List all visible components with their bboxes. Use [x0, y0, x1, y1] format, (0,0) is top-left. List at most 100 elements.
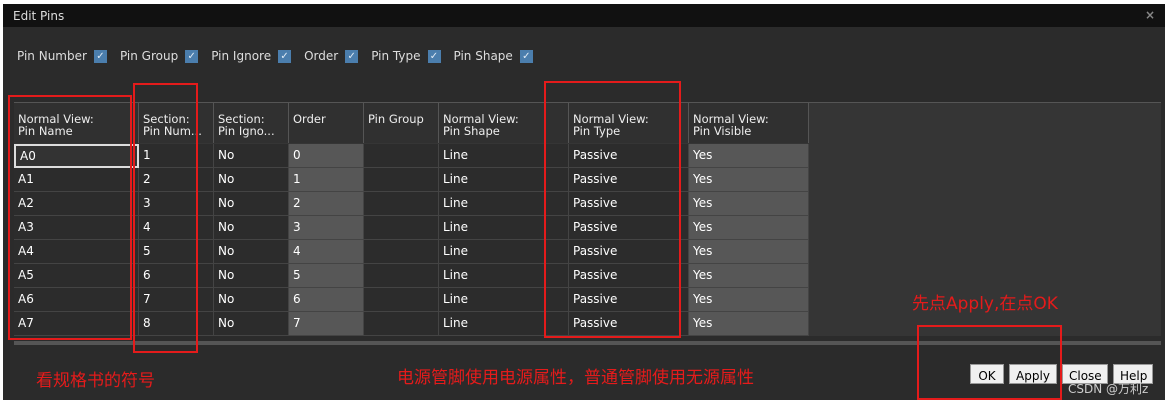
- checkbox-icon[interactable]: ✓: [519, 49, 533, 63]
- table-cell[interactable]: Line: [439, 312, 569, 336]
- table-cell[interactable]: 2: [139, 168, 214, 192]
- table-cell[interactable]: Yes: [689, 168, 809, 192]
- table-cell[interactable]: 5: [139, 240, 214, 264]
- table-cell[interactable]: A1: [14, 168, 139, 192]
- column-header[interactable]: Normal View: Pin Visible: [689, 103, 809, 143]
- table-cell[interactable]: 6: [139, 264, 214, 288]
- table-cell[interactable]: A2: [14, 192, 139, 216]
- checkbox-icon[interactable]: ✓: [427, 49, 441, 63]
- table-cell[interactable]: 4: [139, 216, 214, 240]
- column-header-label: Section: Pin Igno...: [218, 112, 275, 138]
- table-cell[interactable]: [364, 168, 439, 192]
- table-cell[interactable]: 1: [139, 144, 214, 168]
- column-header-label: Order: [293, 112, 326, 126]
- toolbar-item-label: Pin Ignore: [211, 49, 272, 63]
- toolbar-item[interactable]: Pin Shape ✓: [454, 49, 533, 63]
- table-cell[interactable]: No: [214, 192, 289, 216]
- checkbox-icon[interactable]: ✓: [93, 49, 107, 63]
- table-cell[interactable]: No: [214, 312, 289, 336]
- table-cell[interactable]: Line: [439, 240, 569, 264]
- table-cell[interactable]: No: [214, 168, 289, 192]
- column-header[interactable]: Normal View: Pin Type: [569, 103, 689, 143]
- table-cell[interactable]: Yes: [689, 288, 809, 312]
- checkbox-icon[interactable]: ✓: [185, 49, 199, 63]
- table-cell[interactable]: 4: [289, 240, 364, 264]
- table-cell[interactable]: 5: [289, 264, 364, 288]
- table-cell[interactable]: 7: [139, 288, 214, 312]
- toolbar-item-label: Order: [304, 49, 339, 63]
- table-cell[interactable]: No: [214, 240, 289, 264]
- table-cell[interactable]: 0: [289, 144, 364, 168]
- column-header-label: Normal View: Pin Visible: [693, 112, 769, 138]
- table-cell[interactable]: Passive: [569, 288, 689, 312]
- table-cell[interactable]: Line: [439, 216, 569, 240]
- column-header-label: Normal View: Pin Type: [573, 112, 649, 138]
- column-header[interactable]: Order: [289, 103, 364, 143]
- table-cell[interactable]: 6: [289, 288, 364, 312]
- checkbox-icon[interactable]: ✓: [345, 49, 359, 63]
- table-cell[interactable]: Yes: [689, 240, 809, 264]
- window-title: Edit Pins: [13, 9, 65, 23]
- table-cell[interactable]: Passive: [569, 312, 689, 336]
- table-cell[interactable]: Yes: [689, 216, 809, 240]
- table-cell[interactable]: Passive: [569, 168, 689, 192]
- table-cell[interactable]: Yes: [689, 264, 809, 288]
- table-cell[interactable]: A0: [14, 144, 139, 168]
- column-header[interactable]: Section: Pin Igno...: [214, 103, 289, 143]
- table-cell[interactable]: A3: [14, 216, 139, 240]
- table-cell[interactable]: 2: [289, 192, 364, 216]
- table-cell[interactable]: Line: [439, 144, 569, 168]
- close-icon[interactable]: ×: [1145, 8, 1155, 22]
- horizontal-scrollbar[interactable]: [14, 341, 1161, 345]
- table-cell[interactable]: Passive: [569, 264, 689, 288]
- table-cell[interactable]: 3: [289, 216, 364, 240]
- column-header[interactable]: Normal View: Pin Shape: [439, 103, 569, 143]
- table-cell[interactable]: Line: [439, 264, 569, 288]
- table-cell[interactable]: Passive: [569, 192, 689, 216]
- table-cell[interactable]: Yes: [689, 144, 809, 168]
- table-cell[interactable]: A4: [14, 240, 139, 264]
- apply-button[interactable]: Apply: [1009, 364, 1057, 384]
- table-cell[interactable]: [364, 264, 439, 288]
- ok-button[interactable]: OK: [970, 364, 1004, 384]
- table-cell[interactable]: A7: [14, 312, 139, 336]
- table-cell[interactable]: Yes: [689, 312, 809, 336]
- table-cell[interactable]: No: [214, 216, 289, 240]
- toolbar-item[interactable]: Order ✓: [304, 49, 359, 63]
- table-cell[interactable]: No: [214, 288, 289, 312]
- table-cell[interactable]: Passive: [569, 240, 689, 264]
- annotation-power-note: 电源管脚使用电源属性，普通管脚使用无源属性: [397, 368, 754, 388]
- table-cell[interactable]: [364, 144, 439, 168]
- table-cell[interactable]: Passive: [569, 216, 689, 240]
- table-cell[interactable]: 3: [139, 192, 214, 216]
- table-cell[interactable]: [364, 216, 439, 240]
- column-header-label: Normal View: Pin Shape: [443, 112, 519, 138]
- table-cell[interactable]: Passive: [569, 144, 689, 168]
- checkbox-icon[interactable]: ✓: [278, 49, 292, 63]
- column-header[interactable]: Pin Group: [364, 103, 439, 143]
- table-cell[interactable]: [364, 288, 439, 312]
- table-cell[interactable]: [364, 240, 439, 264]
- toolbar-item[interactable]: Pin Group ✓: [119, 49, 199, 63]
- watermark: CSDN @万利z: [1068, 382, 1149, 396]
- table-cell[interactable]: No: [214, 144, 289, 168]
- column-header[interactable]: Normal View: Pin Name: [14, 103, 139, 143]
- table-cell[interactable]: Line: [439, 192, 569, 216]
- toolbar-item[interactable]: Pin Number ✓: [17, 49, 107, 63]
- table-cell[interactable]: No: [214, 264, 289, 288]
- table-cell[interactable]: [364, 312, 439, 336]
- table-cell[interactable]: 7: [289, 312, 364, 336]
- table-cell[interactable]: 1: [289, 168, 364, 192]
- table-cell[interactable]: [364, 192, 439, 216]
- toolbar-item[interactable]: Pin Type ✓: [371, 49, 441, 63]
- toolbar-item-label: Pin Group: [119, 49, 179, 63]
- column-filter-toolbar: Pin Number ✓ Pin Group ✓ Pin Ignore ✓ Order ✓ Pi…: [17, 49, 546, 63]
- table-cell[interactable]: Yes: [689, 192, 809, 216]
- toolbar-item[interactable]: Pin Ignore ✓: [211, 49, 292, 63]
- column-header[interactable]: Section: Pin Num...: [139, 103, 214, 143]
- table-cell[interactable]: Line: [439, 168, 569, 192]
- table-cell[interactable]: A6: [14, 288, 139, 312]
- table-cell[interactable]: Line: [439, 288, 569, 312]
- table-cell[interactable]: 8: [139, 312, 214, 336]
- table-cell[interactable]: A5: [14, 264, 139, 288]
